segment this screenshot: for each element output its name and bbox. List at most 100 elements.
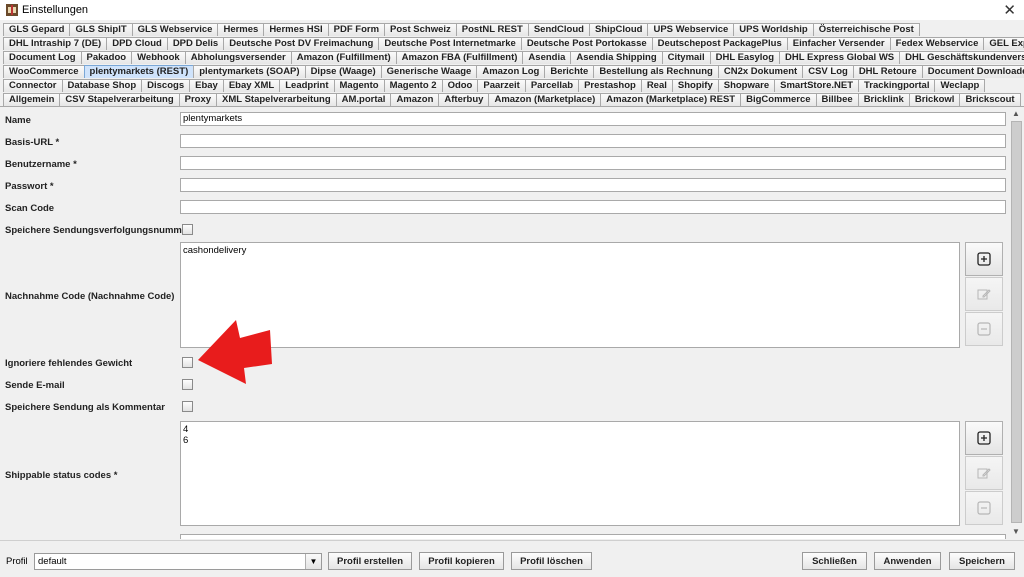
tab-amazon-marketplace-rest[interactable]: Amazon (Marketplace) REST — [600, 93, 742, 106]
tab-brickowl[interactable]: Brickowl — [908, 93, 961, 106]
tab-magento-2[interactable]: Magento 2 — [383, 79, 443, 92]
cod-list[interactable]: cashondelivery — [180, 242, 960, 348]
tab-afterbuy[interactable]: Afterbuy — [438, 93, 490, 106]
tab-parcellab[interactable]: Parcellab — [524, 79, 580, 92]
save-button[interactable]: Speichern — [949, 552, 1015, 570]
tab-generische-waage[interactable]: Generische Waage — [380, 65, 478, 78]
tab-sendcloud[interactable]: SendCloud — [527, 23, 590, 36]
tab-bigcommerce[interactable]: BigCommerce — [740, 93, 817, 106]
tab-deutsche-post-dv-freimachung[interactable]: Deutsche Post DV Freimachung — [223, 37, 380, 50]
scancode-field[interactable] — [180, 200, 1006, 214]
tab-pdf-form[interactable]: PDF Form — [327, 23, 386, 36]
tab-ups-webservice[interactable]: UPS Webservice — [647, 23, 735, 36]
tab-citymail[interactable]: Citymail — [661, 51, 711, 64]
tab-billbee[interactable]: Billbee — [815, 93, 859, 106]
tab-plentymarkets-soap[interactable]: plentymarkets (SOAP) — [193, 65, 306, 78]
tab-deutsche-post-internetmarke[interactable]: Deutsche Post Internetmarke — [378, 37, 522, 50]
close-icon[interactable]: ✕ — [1003, 1, 1016, 19]
tab-database-shop[interactable]: Database Shop — [61, 79, 143, 92]
save-tracking-checkbox[interactable] — [182, 224, 193, 235]
tab-gls-webservice[interactable]: GLS Webservice — [131, 23, 219, 36]
apply-button[interactable]: Anwenden — [874, 552, 941, 570]
profile-select[interactable]: default ▼ — [34, 553, 322, 570]
profile-create-button[interactable]: Profil erstellen — [328, 552, 412, 570]
tab-real[interactable]: Real — [640, 79, 673, 92]
tab-amazon-fulfillment[interactable]: Amazon (Fulfillment) — [290, 51, 397, 64]
tab-xml-stapelverarbeitung[interactable]: XML Stapelverarbeitung — [216, 93, 337, 106]
tab-berichte[interactable]: Berichte — [544, 65, 595, 78]
shippable-edit-button[interactable] — [965, 456, 1003, 490]
cod-remove-button[interactable] — [965, 312, 1003, 346]
tab-document-log[interactable]: Document Log — [3, 51, 82, 64]
tab-gls-gepard[interactable]: GLS Gepard — [3, 23, 71, 36]
tab-document-downloader[interactable]: Document Downloader — [921, 65, 1024, 78]
scroll-up-icon[interactable]: ▲ — [1010, 108, 1022, 120]
tab-leadprint[interactable]: Leadprint — [279, 79, 335, 92]
tab-gel-express[interactable]: GEL Express — [983, 37, 1024, 50]
profile-copy-button[interactable]: Profil kopieren — [419, 552, 504, 570]
tab-deutschepost-packageplus[interactable]: Deutschepost PackagePlus — [651, 37, 788, 50]
tab-ebay[interactable]: Ebay — [189, 79, 224, 92]
tab-hermes-hsi[interactable]: Hermes HSI — [263, 23, 329, 36]
tab-bestellung-als-rechnung[interactable]: Bestellung als Rechnung — [593, 65, 719, 78]
tab-gls-shipit[interactable]: GLS ShipIT — [69, 23, 133, 36]
tab-connector[interactable]: Connector — [3, 79, 63, 92]
tab-csv-log[interactable]: CSV Log — [802, 65, 854, 78]
tab-woocommerce[interactable]: WooCommerce — [3, 65, 85, 78]
username-field[interactable] — [180, 156, 1006, 170]
tab-dhl-easylog[interactable]: DHL Easylog — [709, 51, 781, 64]
tab-smartstore-net[interactable]: SmartStore.NET — [774, 79, 859, 92]
tab-plentymarkets-rest[interactable]: plentymarkets (REST) — [83, 65, 195, 78]
tab-dhl-express-global-ws[interactable]: DHL Express Global WS — [779, 51, 901, 64]
tab-shopify[interactable]: Shopify — [671, 79, 719, 92]
tab-amazon-fba-fulfillment[interactable]: Amazon FBA (Fulfillment) — [395, 51, 524, 64]
tab-ups-worldship[interactable]: UPS Worldship — [733, 23, 814, 36]
list-item[interactable]: cashondelivery — [183, 245, 957, 256]
tab-österreichische-post[interactable]: Österreichische Post — [812, 23, 920, 36]
tab-odoo[interactable]: Odoo — [441, 79, 479, 92]
tab-abholungsversender[interactable]: Abholungsversender — [184, 51, 292, 64]
tab-webhook[interactable]: Webhook — [131, 51, 186, 64]
tab-csv-stapelverarbeitung[interactable]: CSV Stapelverarbeitung — [59, 93, 180, 106]
baseurl-field[interactable] — [180, 134, 1006, 148]
tab-fedex-webservice[interactable]: Fedex Webservice — [889, 37, 985, 50]
profile-delete-button[interactable]: Profil löschen — [511, 552, 592, 570]
tab-dpd-cloud[interactable]: DPD Cloud — [106, 37, 168, 50]
tab-am-portal[interactable]: AM.portal — [335, 93, 392, 106]
partial-field[interactable] — [180, 534, 1006, 539]
ignore-weight-checkbox[interactable] — [182, 357, 193, 368]
tab-shipcloud[interactable]: ShipCloud — [588, 23, 649, 36]
tab-postnl-rest[interactable]: PostNL REST — [455, 23, 529, 36]
password-field[interactable] — [180, 178, 1006, 192]
close-button[interactable]: Schließen — [802, 552, 867, 570]
tab-brickscout[interactable]: Brickscout — [959, 93, 1021, 106]
tab-allgemein[interactable]: Allgemein — [3, 93, 61, 106]
scroll-down-icon[interactable]: ▼ — [1010, 526, 1022, 538]
tab-paarzeit[interactable]: Paarzeit — [477, 79, 526, 92]
shippable-add-button[interactable] — [965, 421, 1003, 455]
tab-weclapp[interactable]: Weclapp — [934, 79, 986, 92]
tab-dpd-delis[interactable]: DPD Delis — [166, 37, 225, 50]
scroll-thumb[interactable] — [1011, 121, 1022, 523]
save-comment-checkbox[interactable] — [182, 401, 193, 412]
tab-proxy[interactable]: Proxy — [178, 93, 218, 106]
cod-add-button[interactable] — [965, 242, 1003, 276]
tab-deutsche-post-portokasse[interactable]: Deutsche Post Portokasse — [520, 37, 653, 50]
cod-edit-button[interactable] — [965, 277, 1003, 311]
tab-ebay-xml[interactable]: Ebay XML — [222, 79, 281, 92]
tab-cn2x-dokument[interactable]: CN2x Dokument — [717, 65, 804, 78]
tab-asendia[interactable]: Asendia — [522, 51, 572, 64]
tab-einfacher-versender[interactable]: Einfacher Versender — [786, 37, 891, 50]
shippable-list[interactable]: 46 — [180, 421, 960, 526]
tab-post-schweiz[interactable]: Post Schweiz — [384, 23, 457, 36]
tab-discogs[interactable]: Discogs — [141, 79, 191, 92]
tab-dipse-waage[interactable]: Dipse (Waage) — [304, 65, 382, 78]
tab-shopware[interactable]: Shopware — [717, 79, 776, 92]
tab-bricklink[interactable]: Bricklink — [857, 93, 910, 106]
chevron-down-icon[interactable]: ▼ — [305, 554, 321, 569]
tab-amazon-log[interactable]: Amazon Log — [476, 65, 546, 78]
tab-amazon[interactable]: Amazon — [390, 93, 440, 106]
tab-magento[interactable]: Magento — [333, 79, 385, 92]
list-item[interactable]: 4 — [183, 424, 957, 435]
shippable-remove-button[interactable] — [965, 491, 1003, 525]
